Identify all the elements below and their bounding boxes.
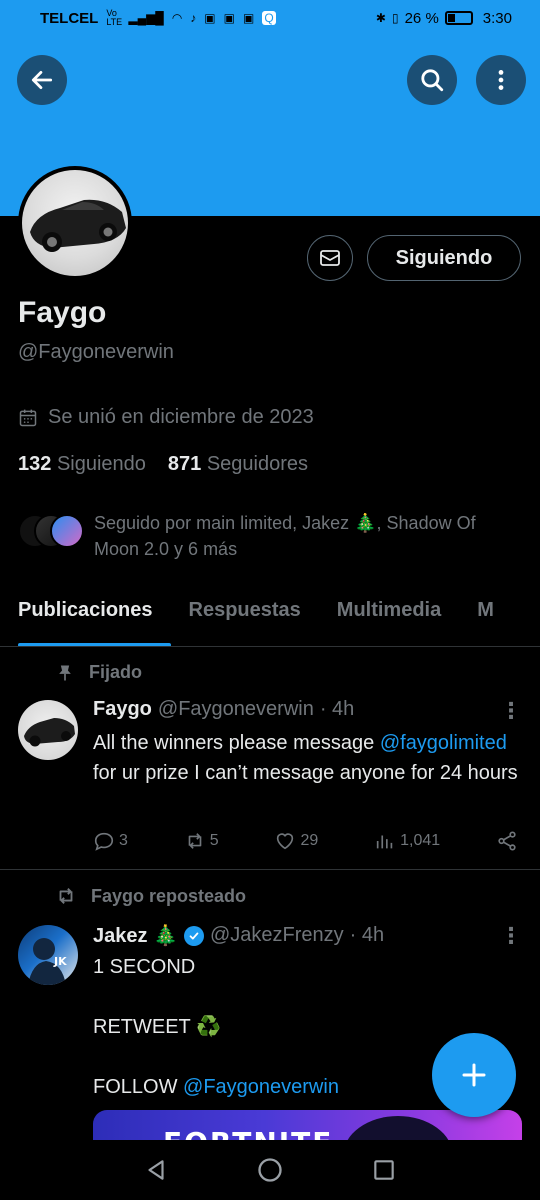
battery-icon — [444, 11, 473, 25]
notification-icon: ▣ — [223, 11, 235, 25]
clock: 3:30 — [482, 9, 512, 27]
views-icon — [376, 835, 393, 849]
home-circle-icon[interactable] — [256, 1156, 284, 1184]
app-notification-icon: Q — [262, 11, 276, 25]
battery-percent: 26 % — [404, 9, 439, 27]
post-avatar[interactable]: JK — [18, 925, 78, 985]
post-header: Jakez 🎄 @JakezFrenzy · 4h — [93, 923, 384, 948]
tab-publicaciones[interactable]: Publicaciones — [0, 585, 171, 646]
car-avatar-image — [30, 199, 126, 252]
join-date: Se unió en diciembre de 2023 — [18, 406, 314, 429]
views-count: 1,041 — [400, 832, 441, 849]
wifi-icon: ◠ — [171, 11, 183, 25]
system-nav-bar — [0, 1140, 540, 1200]
followers-link[interactable]: 871 Seguidores — [168, 453, 308, 476]
following-link[interactable]: 132 Siguiendo — [18, 453, 146, 476]
more-options-button[interactable] — [476, 55, 526, 105]
message-button[interactable] — [307, 235, 353, 281]
post-time: · 4h — [349, 924, 385, 946]
pin-icon — [59, 665, 71, 680]
reply-button[interactable]: 3 — [93, 830, 128, 852]
repost-icon — [59, 888, 73, 904]
repost-button[interactable]: 5 — [184, 830, 219, 852]
search-button[interactable] — [407, 55, 457, 105]
tiktok-icon: ♪ — [190, 11, 197, 25]
followed-by-text: Seguido por main limited, Jakez 🎄, Shado… — [94, 513, 476, 559]
bluetooth-icon: ✱ — [375, 11, 386, 25]
search-icon — [421, 69, 444, 92]
repost-context-text: Faygo reposteado — [91, 885, 247, 906]
profile-tabs: Publicaciones Respuestas Multimedia M — [0, 585, 540, 647]
post-text: All the winners please message @faygolim… — [93, 728, 528, 788]
carrier-label: TELCEL — [40, 9, 99, 27]
profile-handle: @Faygoneverwin — [18, 341, 174, 363]
following-button[interactable]: Siguiendo — [367, 235, 521, 281]
post-handle[interactable]: @JakezFrenzy — [210, 924, 344, 947]
tab-multimedia[interactable]: Multimedia — [319, 585, 459, 646]
post-author[interactable]: Faygo — [93, 698, 152, 721]
following-count: 132 — [18, 453, 52, 475]
recents-square-icon[interactable] — [371, 1157, 397, 1183]
post-avatar[interactable] — [18, 700, 78, 760]
post-menu-button[interactable]: ⋮ — [500, 700, 522, 722]
follower-avatar — [50, 514, 84, 548]
mention-link[interactable]: @faygolimited — [380, 732, 507, 754]
followers-label: Seguidores — [206, 453, 309, 475]
pinned-label: Fijado — [55, 662, 142, 683]
reply-icon — [94, 832, 114, 851]
post-line: 1 SECOND — [93, 956, 196, 978]
signal-icon: ▂▄▆█ — [128, 11, 164, 25]
followed-by-avatars — [18, 510, 84, 550]
post-handle[interactable]: @Faygoneverwin — [158, 698, 314, 721]
post-header: Faygo @Faygoneverwin · 4h — [93, 698, 354, 721]
mention-link[interactable]: @Faygoneverwin — [183, 1076, 339, 1098]
compose-button[interactable] — [432, 1033, 516, 1117]
post-author[interactable]: Jakez 🎄 — [93, 923, 178, 948]
reply-count: 3 — [119, 832, 128, 849]
like-count: 29 — [300, 832, 319, 849]
notification-icon: ▣ — [242, 11, 255, 25]
status-bar: TELCEL Vo LTE ▂▄▆█ ◠ ♪ ▣ ▣ ▣ Q ✱ ▯ 26 % 3… — [0, 0, 540, 36]
notification-icon: ▣ — [204, 11, 216, 25]
post-time: · 4h — [319, 698, 355, 720]
tab-respuestas[interactable]: Respuestas — [171, 585, 319, 646]
share-icon — [498, 831, 516, 851]
plus-icon — [462, 1063, 486, 1087]
post-line-prefix: FOLLOW — [93, 1076, 184, 1098]
followed-by[interactable]: Seguido por main limited, Jakez 🎄, Shado… — [18, 510, 523, 562]
more-vertical-icon — [498, 70, 504, 90]
volte-icon: Vo LTE — [106, 8, 123, 27]
back-button[interactable] — [17, 55, 67, 105]
verified-badge-icon — [183, 925, 204, 946]
following-label: Siguiendo — [56, 453, 146, 475]
svg-text:JK: JK — [53, 955, 67, 968]
post-text-start: All the winners please message — [93, 732, 380, 754]
pinned-text: Fijado — [89, 662, 142, 682]
car-avatar-image — [24, 718, 75, 747]
post-text-end: for ur prize I can’t message anyone for … — [93, 762, 518, 784]
profile-name: Faygo — [18, 296, 107, 329]
back-triangle-icon[interactable] — [143, 1157, 169, 1183]
repost-icon — [188, 833, 202, 849]
post-menu-button[interactable]: ⋮ — [500, 925, 522, 947]
follow-stats: 132 Siguiendo 871 Seguidores — [18, 453, 308, 476]
views-button[interactable]: 1,041 — [374, 830, 440, 852]
heart-icon — [277, 833, 294, 850]
post-divider — [0, 869, 540, 870]
mail-icon — [320, 250, 340, 266]
profile-avatar[interactable] — [18, 166, 132, 280]
followers-count: 871 — [167, 453, 202, 475]
join-date-text: Se unió en diciembre de 2023 — [48, 406, 314, 428]
tab-more[interactable]: M — [459, 585, 512, 646]
post-actions: 3 5 29 1,041 — [93, 830, 518, 852]
repost-context: Faygo reposteado — [55, 885, 246, 907]
like-button[interactable]: 29 — [274, 830, 318, 852]
share-button[interactable] — [496, 830, 518, 852]
gamer-avatar-image: JK — [28, 938, 67, 985]
arrow-left-icon — [31, 71, 53, 89]
repost-count: 5 — [209, 832, 219, 849]
calendar-icon — [19, 409, 37, 426]
vibrate-icon: ▯ — [391, 11, 399, 25]
